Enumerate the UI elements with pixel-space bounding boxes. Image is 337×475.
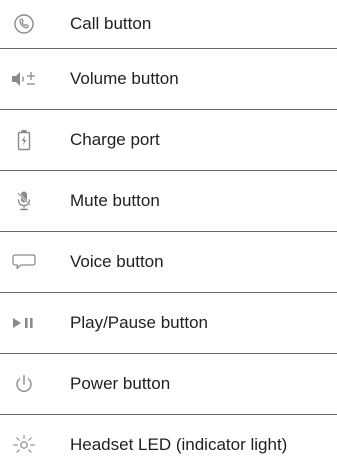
phone-icon — [10, 12, 38, 36]
controls-legend: Call button Volume button Charge port Mu… — [0, 0, 337, 475]
legend-row-voice: Voice button — [0, 232, 337, 293]
legend-label: Call button — [70, 14, 152, 33]
legend-row-mute: Mute button — [0, 171, 337, 232]
legend-label: Volume button — [70, 69, 179, 88]
led-light-icon — [10, 433, 38, 457]
legend-row-volume: Volume button — [0, 49, 337, 110]
speech-bubble-icon — [10, 250, 38, 274]
legend-label: Play/Pause button — [70, 313, 208, 332]
volume-icon — [10, 67, 38, 91]
legend-row-play-pause: Play/Pause button — [0, 293, 337, 354]
legend-row-call: Call button — [0, 0, 337, 49]
mute-microphone-icon — [10, 189, 38, 213]
legend-label: Charge port — [70, 130, 160, 149]
play-pause-icon — [10, 311, 38, 335]
legend-row-charge: Charge port — [0, 110, 337, 171]
legend-label: Headset LED (indicator light) — [70, 435, 288, 454]
legend-label: Power button — [70, 374, 171, 393]
legend-row-power: Power button — [0, 354, 337, 415]
legend-label: Voice button — [70, 252, 164, 271]
battery-charge-icon — [10, 128, 38, 152]
legend-label: Mute button — [70, 191, 160, 210]
power-icon — [10, 372, 38, 396]
legend-row-led: Headset LED (indicator light) — [0, 415, 337, 475]
